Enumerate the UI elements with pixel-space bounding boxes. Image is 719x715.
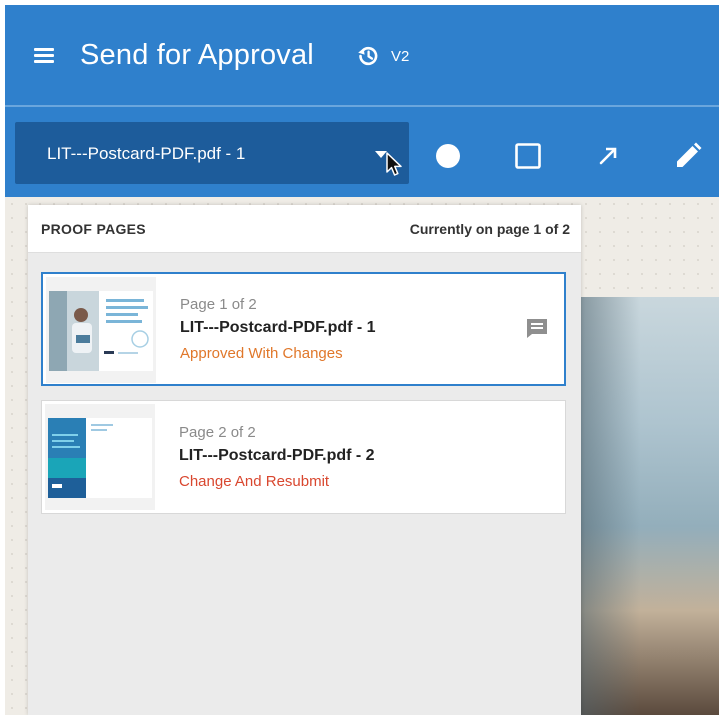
document-select[interactable]: LIT---Postcard-PDF.pdf - 1 [15,122,409,184]
history-icon[interactable] [355,43,381,69]
page-number-label: Page 2 of 2 [179,424,256,441]
page-file-name: LIT---Postcard-PDF.pdf - 1 [180,319,376,336]
app-header: Send for Approval V2 [5,5,719,105]
current-page-status: Currently on page 1 of 2 [409,221,570,237]
square-icon [515,143,541,169]
mouse-pointer-icon [385,152,405,178]
rectangle-tool-button[interactable] [513,141,543,171]
proof-page-card-2[interactable]: Page 2 of 2 LIT---Postcard-PDF.pdf - 2 C… [41,400,566,514]
arrow-tool-button[interactable] [593,141,623,171]
circle-icon [436,144,460,168]
page-thumbnail-1 [46,277,156,383]
pencil-icon [677,142,702,167]
circle-tool-button[interactable] [433,141,463,171]
arrow-icon [599,147,617,165]
proof-pages-panel: PROOF PAGES Currently on page 1 of 2 Pag… [28,205,581,715]
app-window: Send for Approval V2 LIT---Postcard-PDF.… [5,5,719,715]
page-number-label: Page 1 of 2 [180,296,257,313]
annotation-toolbar: LIT---Postcard-PDF.pdf - 1 [5,107,719,197]
page-status: Change And Resubmit [179,473,330,490]
proof-pages-header: PROOF PAGES Currently on page 1 of 2 [28,205,581,253]
page-title: Send for Approval [80,39,314,71]
page-status: Approved With Changes [180,345,343,362]
version-label: V2 [391,48,410,65]
pen-tool-button[interactable] [673,141,703,171]
proof-pages-title: PROOF PAGES [41,221,146,237]
page-thumbnail-2 [45,404,155,510]
comment-icon[interactable] [525,317,549,339]
proof-page-card-1[interactable]: Page 1 of 2 LIT---Postcard-PDF.pdf - 1 A… [41,272,566,386]
hamburger-menu-icon[interactable] [30,43,60,67]
page-file-name: LIT---Postcard-PDF.pdf - 2 [179,447,375,464]
document-select-value: LIT---Postcard-PDF.pdf - 1 [47,144,246,163]
proof-image-shade [580,297,640,715]
